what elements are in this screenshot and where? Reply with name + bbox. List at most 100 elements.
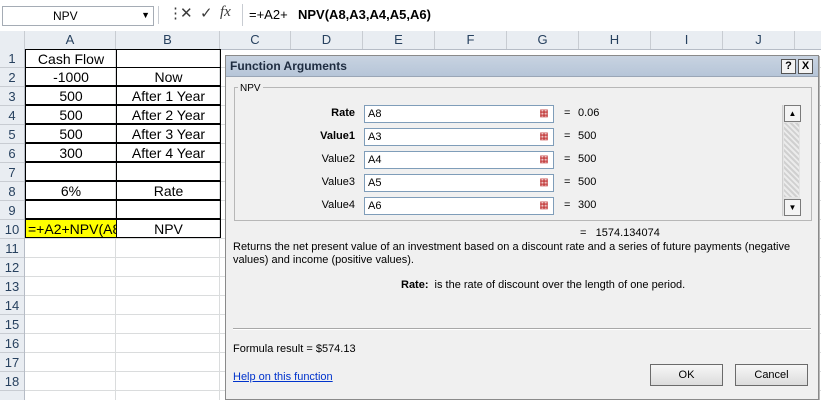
row-header-6[interactable]: 6 bbox=[0, 144, 24, 163]
function-description: Returns the net present value of an inve… bbox=[233, 241, 791, 266]
cell-a3[interactable]: 500 bbox=[25, 86, 117, 105]
arg-label-value3: Value3 bbox=[321, 176, 355, 188]
divider bbox=[233, 328, 811, 330]
rate-input-value: A8 bbox=[368, 108, 382, 120]
row-header-12[interactable]: 12 bbox=[0, 258, 24, 277]
help-question-icon[interactable]: ? bbox=[781, 59, 796, 74]
scrollbar-track[interactable] bbox=[784, 123, 799, 197]
arg-label-value2: Value2 bbox=[321, 153, 355, 165]
cell-a10[interactable]: =+A2+NPV(A8 bbox=[25, 219, 117, 238]
scroll-up-arrow-icon[interactable]: ▲ bbox=[784, 105, 801, 122]
column-header-e[interactable]: E bbox=[363, 31, 435, 49]
cell-a2[interactable]: -1000 bbox=[25, 67, 117, 86]
row-header-3[interactable]: 3 bbox=[0, 87, 24, 106]
value1-input[interactable]: A3 ▦ bbox=[364, 128, 554, 146]
close-icon[interactable]: X bbox=[798, 59, 813, 74]
range-picker-icon[interactable]: ▦ bbox=[536, 199, 552, 213]
cell-b9[interactable] bbox=[116, 200, 221, 219]
row-header-13[interactable]: 13 bbox=[0, 277, 24, 296]
ok-button[interactable]: OK bbox=[650, 364, 723, 386]
formula-prefix: =+A2+ bbox=[249, 7, 288, 22]
row-header-8[interactable]: 8 bbox=[0, 182, 24, 201]
value2-input-value: A4 bbox=[368, 154, 382, 166]
name-box[interactable]: NPV ▼ bbox=[2, 6, 154, 26]
arg-label-rate: Rate bbox=[331, 107, 355, 119]
argument-help: Rate: is the rate of discount over the le… bbox=[401, 279, 685, 291]
chevron-down-icon[interactable]: ▼ bbox=[141, 10, 150, 20]
row-header-2[interactable]: 2 bbox=[0, 68, 24, 87]
row-header-10[interactable]: 10 bbox=[0, 220, 24, 239]
value2-input[interactable]: A4 ▦ bbox=[364, 151, 554, 169]
row-header-18[interactable]: 18 bbox=[0, 372, 24, 391]
row-header-1[interactable]: 1 bbox=[0, 49, 24, 68]
column-header-i[interactable]: I bbox=[651, 31, 723, 49]
cell-a6[interactable]: 300 bbox=[25, 143, 117, 162]
cell-a5[interactable]: 500 bbox=[25, 124, 117, 143]
range-picker-icon[interactable]: ▦ bbox=[536, 107, 552, 121]
row-header-7[interactable]: 7 bbox=[0, 163, 24, 182]
arg-label-value1: Value1 bbox=[320, 130, 355, 142]
help-on-function-link[interactable]: Help on this function bbox=[233, 371, 333, 383]
name-box-value: NPV bbox=[53, 9, 78, 23]
row-header-11[interactable]: 11 bbox=[0, 239, 24, 258]
cell-b10[interactable]: NPV bbox=[116, 219, 221, 238]
column-header-f[interactable]: F bbox=[435, 31, 507, 49]
column-header-h[interactable]: H bbox=[579, 31, 651, 49]
column-header-b[interactable]: B bbox=[116, 31, 220, 49]
dialog-title-bar[interactable]: Function Arguments ? X bbox=[226, 56, 818, 77]
row-header-4[interactable]: 4 bbox=[0, 106, 24, 125]
formula-bar-buttons: ⋮ ✕ ✓ fx bbox=[168, 4, 240, 26]
value3-input-value: A5 bbox=[368, 177, 382, 189]
value1-input-value: A3 bbox=[368, 131, 382, 143]
checkmark-icon[interactable]: ✓ bbox=[200, 4, 213, 22]
row-headers: 1 2 3 4 5 6 7 8 9 10 11 12 13 14 15 16 1… bbox=[0, 49, 25, 400]
cancel-x-icon[interactable]: ✕ bbox=[180, 4, 193, 22]
row-header-15[interactable]: 15 bbox=[0, 315, 24, 334]
cell-a9[interactable] bbox=[25, 200, 117, 219]
row-header-17[interactable]: 17 bbox=[0, 353, 24, 372]
arg-value-value1: 500 bbox=[578, 130, 597, 142]
formula-input[interactable]: =+A2+ NPV(A8,A3,A4,A5,A6) bbox=[242, 4, 818, 26]
cell-b8[interactable]: Rate bbox=[116, 181, 221, 200]
formula-result: Formula result = $574.13 bbox=[233, 343, 356, 355]
equals-sign: = bbox=[564, 199, 571, 211]
cell-b5[interactable]: After 3 Year bbox=[116, 124, 221, 143]
cancel-button[interactable]: Cancel bbox=[735, 364, 808, 386]
cell-a4[interactable]: 500 bbox=[25, 105, 117, 124]
cell-b3[interactable]: After 1 Year bbox=[116, 86, 221, 105]
column-header-j[interactable]: J bbox=[723, 31, 795, 49]
select-all-corner[interactable] bbox=[0, 31, 25, 49]
column-header-c[interactable]: C bbox=[220, 31, 291, 49]
cell-a7[interactable] bbox=[25, 162, 117, 181]
row-header-9[interactable]: 9 bbox=[0, 201, 24, 220]
arg-value-value3: 500 bbox=[578, 176, 597, 188]
cell-b7[interactable] bbox=[116, 162, 221, 181]
row-header-14[interactable]: 14 bbox=[0, 296, 24, 315]
cell-b2[interactable]: Now bbox=[116, 67, 221, 86]
cell-b6[interactable]: After 4 Year bbox=[116, 143, 221, 162]
insert-function-button[interactable]: fx bbox=[220, 4, 231, 21]
formula-bar: NPV ▼ ⋮ ✕ ✓ fx =+A2+ NPV(A8,A3,A4,A5,A6) bbox=[0, 0, 821, 32]
arguments-scrollbar[interactable]: ▲ ▼ bbox=[782, 105, 801, 216]
formula-function: NPV(A8,A3,A4,A5,A6) bbox=[298, 7, 431, 22]
cell-b1[interactable] bbox=[116, 49, 221, 68]
row-header-16[interactable]: 16 bbox=[0, 334, 24, 353]
cell-a1[interactable]: Cash Flow bbox=[25, 49, 117, 68]
scroll-down-arrow-icon[interactable]: ▼ bbox=[784, 199, 801, 216]
value3-input[interactable]: A5 ▦ bbox=[364, 174, 554, 192]
range-picker-icon[interactable]: ▦ bbox=[536, 153, 552, 167]
column-header-g[interactable]: G bbox=[507, 31, 579, 49]
group-label: NPV bbox=[238, 83, 263, 94]
value4-input[interactable]: A6 ▦ bbox=[364, 197, 554, 215]
argument-help-label: Rate: bbox=[401, 279, 429, 291]
range-picker-icon[interactable]: ▦ bbox=[536, 176, 552, 190]
total-value: 1574.134074 bbox=[595, 227, 660, 239]
column-header-d[interactable]: D bbox=[291, 31, 363, 49]
range-picker-icon[interactable]: ▦ bbox=[536, 130, 552, 144]
rate-input[interactable]: A8 ▦ bbox=[364, 105, 554, 123]
function-arguments-dialog: Function Arguments ? X NPV Rate A8 ▦ = 0… bbox=[225, 55, 819, 400]
row-header-5[interactable]: 5 bbox=[0, 125, 24, 144]
column-header-a[interactable]: A bbox=[25, 31, 116, 49]
cell-b4[interactable]: After 2 Year bbox=[116, 105, 221, 124]
cell-a8[interactable]: 6% bbox=[25, 181, 117, 200]
